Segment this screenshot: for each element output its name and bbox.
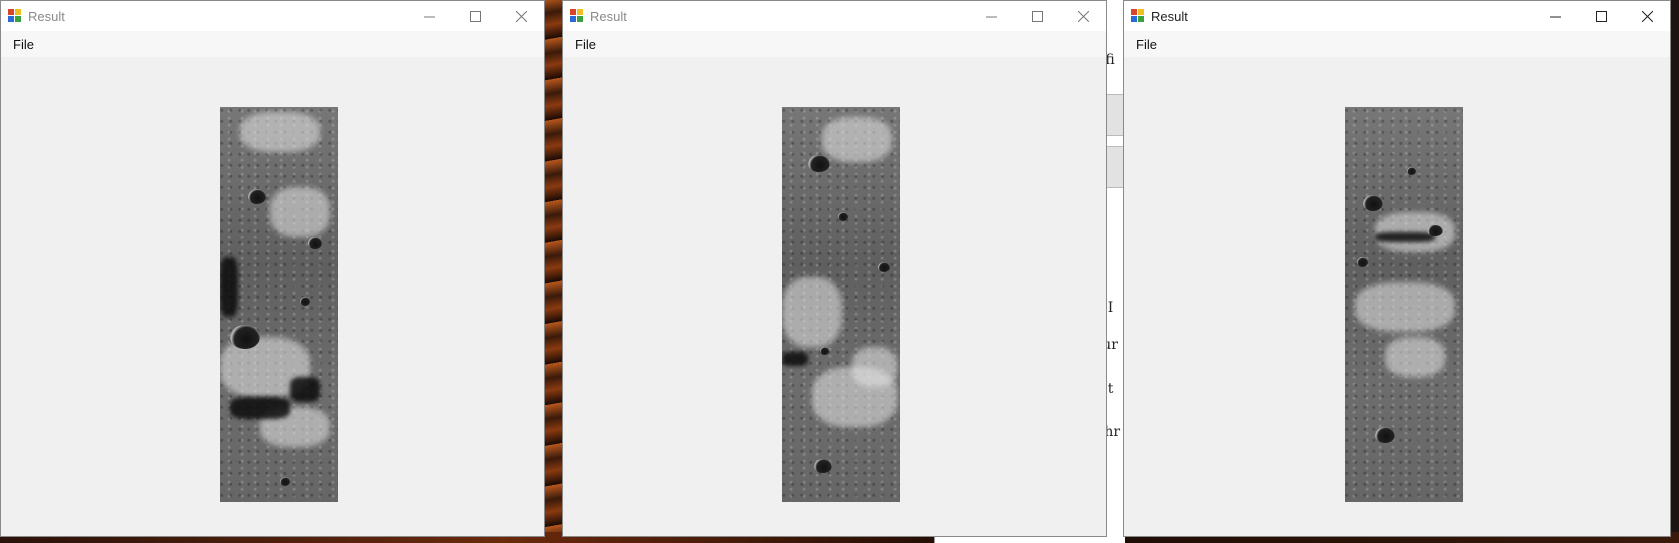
maximize-icon[interactable] (1014, 1, 1060, 31)
window-title: Result (28, 8, 65, 24)
minimize-icon[interactable] (968, 1, 1014, 31)
title-bar[interactable]: Result (563, 1, 1106, 31)
menu-file[interactable]: File (1136, 37, 1157, 52)
window-title: Result (590, 8, 627, 24)
close-icon[interactable] (1060, 1, 1106, 31)
image-canvas (1124, 57, 1670, 536)
menu-bar: File (1, 31, 544, 57)
menu-bar: File (563, 31, 1106, 57)
title-bar[interactable]: Result (1124, 1, 1670, 31)
maximize-icon[interactable] (1578, 1, 1624, 31)
menu-bar: File (1124, 31, 1670, 57)
lunar-surface-image (1345, 107, 1463, 502)
image-canvas (563, 57, 1106, 536)
menu-file[interactable]: File (575, 37, 596, 52)
result-window-3[interactable]: Result File (1123, 0, 1671, 537)
menu-file[interactable]: File (13, 37, 34, 52)
lunar-surface-image (220, 107, 338, 502)
app-icon[interactable] (570, 9, 584, 23)
maximize-icon[interactable] (452, 1, 498, 31)
close-icon[interactable] (1624, 1, 1670, 31)
result-window-1[interactable]: Result File (0, 0, 545, 537)
close-icon[interactable] (498, 1, 544, 31)
app-icon[interactable] (8, 9, 22, 23)
title-bar[interactable]: Result (1, 1, 544, 31)
image-canvas (1, 57, 544, 536)
lunar-surface-image (782, 107, 900, 502)
window-title: Result (1151, 8, 1188, 24)
minimize-icon[interactable] (1532, 1, 1578, 31)
app-icon[interactable] (1131, 9, 1145, 23)
minimize-icon[interactable] (406, 1, 452, 31)
result-window-2[interactable]: Result File (562, 0, 1107, 537)
